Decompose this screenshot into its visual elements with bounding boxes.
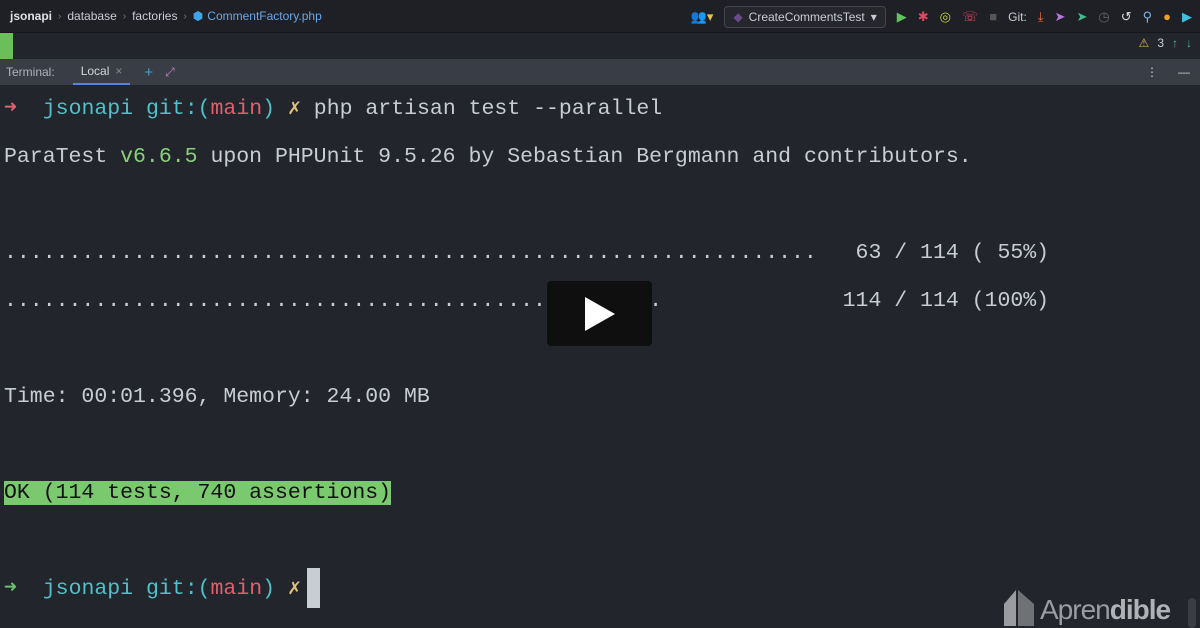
git-label: Git:	[1008, 9, 1027, 24]
progress-count: 63 / 114 ( 55%)	[816, 241, 1050, 265]
terminal-tab-bar: Terminal: Local × + ⤢ ⋮ —	[0, 59, 1200, 85]
run-icon[interactable]: ▶	[897, 10, 907, 23]
users-icon[interactable]: 👥▾	[691, 10, 714, 23]
prompt-branch: main	[210, 97, 263, 121]
run-config-label: CreateCommentsTest	[748, 9, 865, 24]
logo-text-bold: dible	[1109, 594, 1171, 625]
breadcrumb: jsonapi › database › factories › ⬢ CommentFa…	[10, 9, 322, 23]
banner-post: upon PHPUnit 9.5.26 by Sebastian Bergman…	[197, 145, 972, 169]
warning-icon: ⚠	[1138, 36, 1150, 50]
progress-count: 114 / 114 (100%)	[662, 289, 1050, 313]
more-options-icon[interactable]: ⋮	[1146, 65, 1158, 79]
debug-icon[interactable]: ✱	[918, 10, 929, 23]
chevron-down-icon: ▾	[870, 9, 877, 24]
warning-count: 3	[1157, 36, 1164, 50]
history-icon[interactable]: ◷	[1098, 10, 1109, 23]
change-marker	[0, 33, 13, 59]
add-tab-icon[interactable]: +	[144, 64, 153, 81]
tab-local[interactable]: Local ×	[72, 59, 131, 85]
breadcrumb-factories[interactable]: factories	[132, 9, 177, 23]
prompt-arrow-icon: ➜	[4, 577, 17, 601]
command: php artisan test --parallel	[313, 97, 663, 121]
video-play-button[interactable]	[547, 281, 652, 346]
terminal-title: Terminal:	[6, 65, 55, 79]
progress-line: ........................................…	[4, 277, 1049, 325]
update-icon[interactable]: ●	[1163, 10, 1171, 23]
git-commit-icon[interactable]: ➤	[1055, 10, 1066, 23]
prompt-line: ➜ jsonapi git:(main) ✗ php artisan test …	[4, 85, 1049, 133]
git-push-icon[interactable]: ➤	[1076, 10, 1087, 23]
terminal-output[interactable]: ➜ jsonapi git:(main) ✗ php artisan test …	[4, 85, 1049, 613]
prompt-arrow-icon: ➜	[4, 97, 17, 121]
breadcrumb-project[interactable]: jsonapi	[10, 9, 52, 23]
terminal-cursor	[306, 568, 320, 609]
tab-label: Local	[80, 64, 110, 78]
editor-area: ⚠ 3 ↑ ↓	[0, 33, 1200, 59]
banner-line: ParaTest v6.6.5 upon PHPUnit 9.5.26 by S…	[4, 133, 1049, 181]
navigation-bar: jsonapi › database › factories › ⬢ CommentFa…	[0, 0, 1200, 33]
logo-mark-icon	[1004, 590, 1034, 626]
arrow-down-icon[interactable]: ↓	[1186, 36, 1192, 50]
coverage-icon[interactable]: ◎	[940, 10, 951, 23]
progress-dots: ........................................…	[4, 241, 817, 265]
breadcrumb-database[interactable]: database	[67, 9, 116, 23]
prompt-dirty: ✗	[287, 577, 301, 601]
progress-line: ........................................…	[4, 229, 1049, 277]
expand-icon[interactable]: ⤢	[165, 65, 175, 80]
breadcrumb-file[interactable]: ⬢ CommentFactory.php	[193, 9, 322, 23]
prompt-git-end: )	[262, 97, 276, 121]
banner-version: v6.6.5	[120, 145, 198, 169]
git-update-icon[interactable]: ⤓	[1038, 10, 1044, 23]
profiler-icon[interactable]: ☏	[962, 10, 978, 23]
result-badge: OK (114 tests, 740 assertions)	[4, 481, 392, 505]
time-line: Time: 00:01.396, Memory: 24.00 MB	[4, 385, 430, 409]
rollback-icon[interactable]: ↺	[1121, 10, 1132, 23]
prompt-line: ➜ jsonapi git:(main) ✗	[4, 565, 1049, 613]
run-config-select[interactable]: ◆ CreateCommentsTest ▾	[724, 5, 886, 28]
inspection-widget[interactable]: ⚠ 3 ↑ ↓	[1139, 36, 1192, 50]
scrollbar[interactable]	[1188, 598, 1196, 628]
file-name: CommentFactory.php	[207, 9, 322, 23]
prompt-branch: main	[210, 577, 263, 601]
prompt-dirty: ✗	[287, 97, 301, 121]
prompt-dir: jsonapi	[42, 577, 134, 601]
prompt-git: git:(	[146, 577, 211, 601]
search-icon[interactable]: ⚲	[1143, 10, 1153, 23]
close-icon[interactable]: ×	[115, 64, 122, 78]
prompt-git: git:(	[146, 97, 211, 121]
minimize-icon[interactable]: —	[1178, 65, 1190, 79]
prompt-dir: jsonapi	[42, 97, 134, 121]
prompt-git-end: )	[262, 577, 276, 601]
aprendible-logo: Aprendible	[1004, 590, 1171, 626]
config-icon: ◆	[733, 9, 743, 24]
play-icon	[584, 296, 615, 331]
banner-pre: ParaTest	[4, 145, 121, 169]
arrow-up-icon[interactable]: ↑	[1172, 36, 1178, 50]
php-class-icon: ⬢	[192, 9, 204, 23]
stop-icon[interactable]: ■	[989, 10, 997, 23]
logo-text-light: Apren	[1040, 594, 1111, 625]
plugin-icon[interactable]: ▶	[1182, 10, 1192, 23]
